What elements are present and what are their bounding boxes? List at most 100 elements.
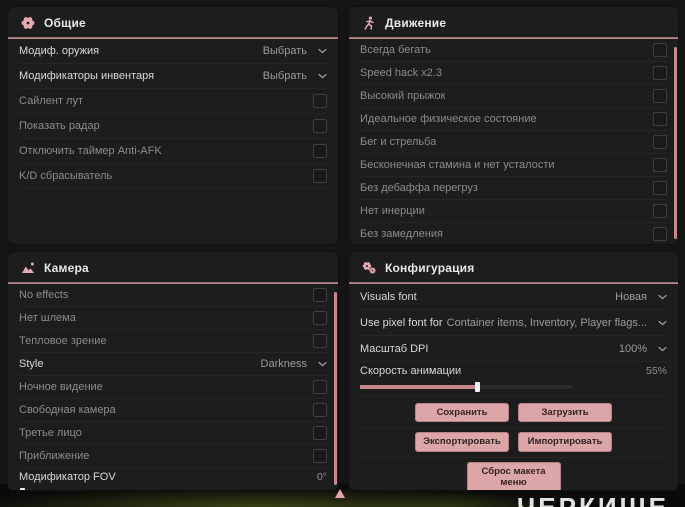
setting-row: Нет шлема — [19, 307, 327, 330]
chevron-down-icon — [318, 361, 327, 367]
slider-handle[interactable] — [474, 382, 480, 392]
setting-row: Масштаб DPI 100% — [360, 336, 667, 362]
slider-value: 55% — [645, 365, 667, 377]
checkbox[interactable] — [653, 89, 667, 103]
setting-row: Speed hack x2.3 — [360, 62, 667, 85]
header-accent-line — [8, 37, 338, 39]
dropdown-value: Darkness — [260, 358, 307, 370]
setting-row: K/D сбрасыватель — [19, 164, 327, 189]
config-button[interactable]: Сохранить — [415, 403, 509, 423]
setting-label: Третье лицо — [19, 427, 82, 439]
setting-row: Без замедления — [360, 223, 667, 244]
checkbox[interactable] — [653, 227, 667, 241]
panel-title: Камера — [44, 261, 89, 275]
chevron-down-icon — [658, 320, 667, 326]
checkbox[interactable] — [313, 426, 327, 440]
setting-label: Ночное видение — [19, 381, 103, 393]
setting-row: Третье лицо — [19, 422, 327, 445]
checkbox[interactable] — [653, 204, 667, 218]
scrollbar[interactable] — [334, 292, 337, 485]
panel-config-header: Конфигурация — [349, 252, 678, 284]
dropdown[interactable]: Darkness — [261, 358, 327, 370]
setting-row: Сайлент лут — [19, 89, 327, 114]
setting-label: Style — [19, 358, 44, 370]
panel-title: Общие — [44, 16, 86, 30]
dropdown[interactable]: Container items, Inventory, Player flags… — [447, 317, 667, 329]
image-icon — [21, 261, 35, 275]
dropdown-value: Выбрать — [262, 45, 307, 57]
checkbox[interactable] — [653, 158, 667, 172]
settings-list: Visuals font Новая Use pixel font for Conta… — [349, 284, 678, 397]
setting-row: Нет инерции — [360, 200, 667, 223]
setting-row: Высокий прыжок — [360, 85, 667, 108]
watermark-text: ЧЕРКИШЕ — [517, 492, 669, 507]
setting-label: Модиф. оружия — [19, 45, 100, 57]
setting-label: Тепловое зрение — [19, 335, 107, 347]
checkbox[interactable] — [313, 169, 327, 183]
button-row: Сохранить Загрузить — [360, 399, 667, 429]
setting-label: Всегда бегать — [360, 44, 431, 56]
setting-row: Бесконечная стамина и нет усталости — [360, 154, 667, 177]
setting-label: Отключить таймер Anti-AFK — [19, 145, 162, 157]
dropdown[interactable]: 100% — [619, 343, 667, 355]
scrollbar[interactable] — [674, 47, 677, 239]
settings-list: Всегда бегать Speed hack x2.3 Высокий прыж… — [349, 39, 678, 244]
config-button[interactable]: Сброс макета меню — [466, 461, 561, 490]
setting-label: Высокий прыжок — [360, 90, 446, 102]
dropdown[interactable]: Новая — [615, 291, 667, 303]
config-button[interactable]: Импортировать — [518, 432, 612, 452]
panel-general-header: Общие — [8, 7, 338, 39]
config-buttons: Сохранить Загрузить Экспортировать Импортир… — [349, 397, 678, 490]
setting-label: Скорость анимации — [360, 365, 462, 377]
checkbox[interactable] — [313, 144, 327, 158]
checkbox[interactable] — [313, 119, 327, 133]
setting-row: No effects — [19, 284, 327, 307]
chevron-down-icon — [658, 346, 667, 352]
setting-row: Скорость анимации 55% — [360, 362, 667, 397]
setting-label: Идеальное физическое состояние — [360, 113, 537, 125]
header-accent-line — [349, 282, 678, 284]
dropdown-value: Выбрать — [262, 70, 307, 82]
setting-row: Visuals font Новая — [360, 284, 667, 310]
setting-label: Visuals font — [360, 290, 417, 303]
setting-label: Speed hack x2.3 — [360, 67, 442, 79]
slider[interactable] — [360, 382, 572, 392]
setting-row: Свободная камера — [19, 399, 327, 422]
setting-row: Ночное видение — [19, 376, 327, 399]
slider-value: 0° — [316, 471, 327, 483]
checkbox[interactable] — [653, 135, 667, 149]
checkbox[interactable] — [313, 311, 327, 325]
dropdown[interactable]: Выбрать — [263, 70, 327, 82]
panel-title: Конфигурация — [385, 261, 475, 275]
config-button[interactable]: Загрузить — [518, 403, 612, 423]
setting-row: Модификаторы инвентаря Выбрать — [19, 64, 327, 89]
checkbox[interactable] — [313, 449, 327, 463]
chevron-down-icon — [318, 48, 327, 54]
dropdown[interactable]: Выбрать — [263, 45, 327, 57]
dropdown-value: Новая — [615, 290, 647, 303]
checkbox[interactable] — [653, 43, 667, 57]
setting-label: Свободная камера — [19, 404, 116, 416]
setting-row: Use pixel font for Container items, Inven… — [360, 310, 667, 336]
setting-row: Модификатор FOV 0° — [19, 468, 327, 490]
setting-label: Use pixel font for — [360, 316, 443, 329]
config-button[interactable]: Экспортировать — [415, 432, 509, 452]
slider-handle[interactable] — [20, 488, 26, 490]
dropdown-value: Container items, Inventory, Player flags… — [446, 316, 647, 329]
setting-row: Бег и стрельба — [360, 131, 667, 154]
checkbox[interactable] — [313, 380, 327, 394]
checkbox[interactable] — [653, 181, 667, 195]
setting-label: K/D сбрасыватель — [19, 170, 113, 182]
setting-row: Отключить таймер Anti-AFK — [19, 139, 327, 164]
setting-label: Нет шлема — [19, 312, 76, 324]
checkbox[interactable] — [313, 94, 327, 108]
panel-movement-header: Движение — [349, 7, 678, 39]
setting-label: Без замедления — [360, 228, 443, 240]
checkbox[interactable] — [653, 66, 667, 80]
setting-row: Модиф. оружия Выбрать — [19, 39, 327, 64]
checkbox[interactable] — [313, 403, 327, 417]
checkbox[interactable] — [313, 334, 327, 348]
checkbox[interactable] — [653, 112, 667, 126]
checkbox[interactable] — [313, 288, 327, 302]
setting-row: Всегда бегать — [360, 39, 667, 62]
